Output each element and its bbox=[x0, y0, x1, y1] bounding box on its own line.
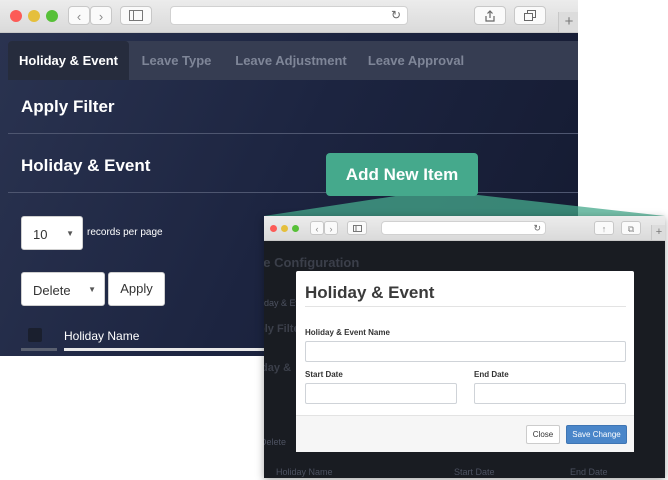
browser-toolbar: ‹ › ↻ ↑ ⧉ + bbox=[264, 216, 665, 241]
holiday-event-modal: Holiday & Event Holiday & Event Name Sta… bbox=[296, 271, 634, 452]
close-button[interactable]: Close bbox=[526, 425, 560, 444]
maximize-window-button[interactable] bbox=[292, 225, 299, 232]
holiday-event-name-input[interactable] bbox=[305, 341, 626, 362]
bg-header-holiday-name: Holiday Name bbox=[276, 467, 333, 477]
modal-footer: Close Save Change bbox=[296, 415, 634, 452]
minimize-window-button[interactable] bbox=[281, 225, 288, 232]
plus-icon[interactable]: + bbox=[651, 225, 665, 240]
modal-browser-window: ‹ › ↻ ↑ ⧉ + ve Configuration liday & Ev … bbox=[264, 216, 665, 478]
back-arrow-icon[interactable]: ‹ bbox=[310, 221, 324, 235]
reload-icon[interactable]: ↻ bbox=[533, 222, 541, 234]
end-date-label: End Date bbox=[474, 370, 509, 379]
share-icon[interactable]: ↑ bbox=[594, 221, 614, 235]
end-date-input[interactable] bbox=[474, 383, 626, 404]
tabs-icon[interactable]: ⧉ bbox=[621, 221, 641, 235]
modal-page-background: ve Configuration liday & Ev ply Filte id… bbox=[264, 241, 665, 478]
bg-header-end-date: End Date bbox=[570, 467, 608, 477]
start-date-input[interactable] bbox=[305, 383, 457, 404]
bg-filter-fragment: ply Filte bbox=[264, 323, 300, 335]
modal-divider bbox=[305, 306, 626, 307]
add-new-item-callout: Add New Item bbox=[326, 153, 478, 196]
bg-section-fragment: iday & bbox=[264, 362, 292, 374]
modal-title: Holiday & Event bbox=[305, 283, 435, 302]
holiday-event-name-label: Holiday & Event Name bbox=[305, 328, 390, 337]
bg-tab-fragment: liday & Ev bbox=[264, 298, 301, 308]
bg-header-start-date: Start Date bbox=[454, 467, 495, 477]
bg-select-fragment: Delete bbox=[264, 437, 287, 447]
address-bar[interactable]: ↻ bbox=[381, 221, 546, 235]
close-window-button[interactable] bbox=[270, 225, 277, 232]
forward-arrow-icon[interactable]: › bbox=[324, 221, 338, 235]
save-change-button[interactable]: Save Change bbox=[566, 425, 627, 444]
bg-page-title: ve Configuration bbox=[264, 255, 360, 270]
sidebar-icon[interactable] bbox=[347, 221, 367, 235]
start-date-label: Start Date bbox=[305, 370, 343, 379]
